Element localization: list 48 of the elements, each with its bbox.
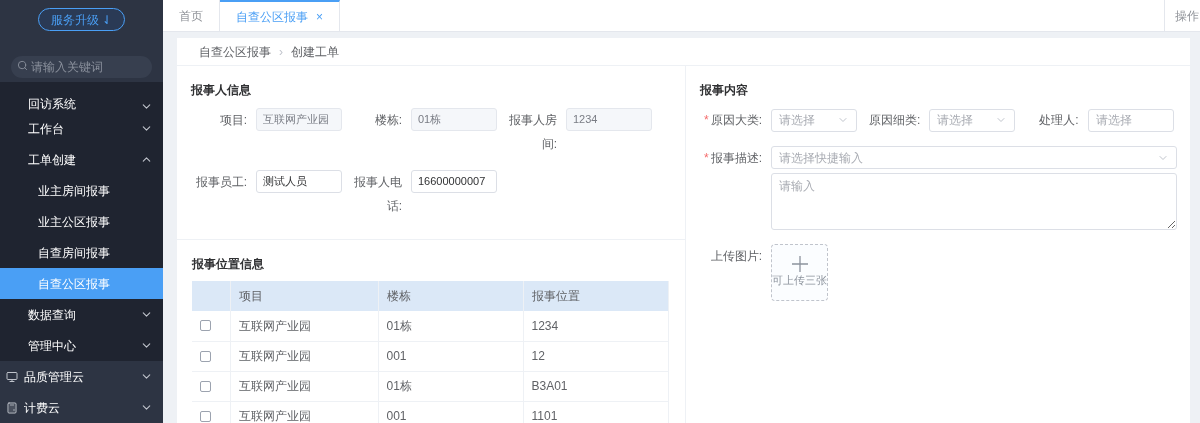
field-label: 报事人房间: <box>509 112 557 153</box>
field-label: * 报事描述: <box>703 150 762 167</box>
table-cell: 01栋 <box>378 311 523 341</box>
table-cell: 互联网产业园 <box>230 311 378 341</box>
table-cell: 001 <box>378 401 523 423</box>
breadcrumb-separator: › <box>279 43 283 61</box>
checkbox[interactable] <box>200 380 211 392</box>
section-title: 报事人信息 <box>191 82 252 99</box>
field-label: 原因细类: <box>869 112 921 129</box>
field-label: * 原因大类: <box>703 112 762 129</box>
field-label: 报事员工: <box>194 174 247 191</box>
section-title: 报事位置信息 <box>192 256 265 273</box>
field-label: 报事人电话: <box>354 174 402 215</box>
text-field[interactable]: 16600000007 <box>411 170 497 193</box>
checkbox[interactable] <box>200 350 211 362</box>
field-label: 上传图片: <box>709 248 762 265</box>
sidebar-item[interactable]: 品质管理云 <box>0 361 163 392</box>
breadcrumb-current: 创建工单 <box>291 43 339 61</box>
table-cell: 互联网产业园 <box>230 401 378 423</box>
table-cell: 12 <box>523 341 669 371</box>
plus-icon <box>791 256 808 273</box>
column-header: 项目 <box>230 281 378 311</box>
text-area[interactable]: 请输入 <box>771 173 1177 230</box>
upload-hint: 可上传三张 <box>772 273 827 289</box>
breadcrumb-link[interactable]: 自查公区报事 <box>199 42 271 61</box>
search-icon <box>17 60 28 71</box>
table-cell: 001 <box>378 341 523 371</box>
text-field[interactable]: 测试人员 <box>256 170 342 193</box>
sidebar-item[interactable]: 计费云 <box>0 392 163 423</box>
monitor-icon <box>6 370 18 383</box>
table-cell: 互联网产业园 <box>230 371 378 401</box>
search-field[interactable]: 请输入关键词 <box>11 56 152 78</box>
table-cell: 互联网产业园 <box>230 341 378 371</box>
field-label: 楼栋: <box>373 112 402 129</box>
checkbox[interactable] <box>200 410 211 422</box>
field-label: 处理人: <box>1039 112 1079 129</box>
section-title: 报事内容 <box>700 82 749 99</box>
table-cell: 1234 <box>523 311 669 341</box>
column-header: 楼栋 <box>378 281 523 311</box>
calculator-icon <box>6 401 18 414</box>
column-header: 报事位置 <box>523 281 669 311</box>
table-cell: 01栋 <box>378 371 523 401</box>
field-label: 项目: <box>218 112 247 129</box>
table-cell: 1101 <box>523 401 669 423</box>
upgrade-button[interactable]: 服务升级 ⇃ <box>37 8 126 31</box>
table-cell: B3A01 <box>523 371 669 401</box>
actions-label: 操作 <box>1164 0 1200 31</box>
checkbox[interactable] <box>200 320 211 332</box>
